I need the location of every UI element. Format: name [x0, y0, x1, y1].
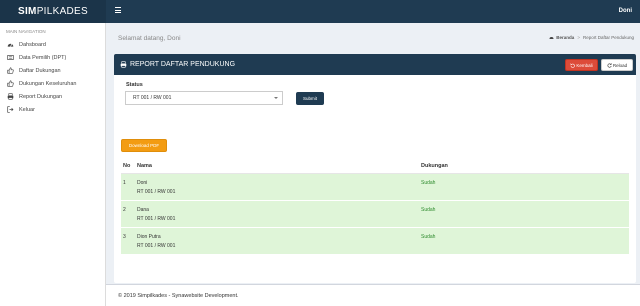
cell-dukungan: Sudah — [421, 200, 629, 228]
dashboard-icon — [7, 43, 14, 47]
nama-text: Doni — [137, 179, 148, 186]
print-icon — [7, 93, 14, 100]
breadcrumb-separator: > — [577, 35, 580, 40]
table-row: 3 Dion Putra RT 001 / RW 001 Sudah — [121, 227, 629, 255]
cell-nama: Dana RT 001 / RW 001 — [137, 200, 421, 228]
sidebar-item-daftar-dukungan[interactable]: Daftar Dukungan — [0, 64, 105, 77]
menu-toggle-icon[interactable] — [115, 7, 121, 13]
status-label: Status — [126, 82, 143, 88]
cell-nama: Doni RT 001 / RW 001 — [137, 173, 421, 201]
sidebar-item-label: Report Dukungan — [19, 93, 63, 100]
sidebar-item-report-dukungan[interactable]: Report Dukungan — [0, 90, 105, 103]
reload-button[interactable]: Reload — [601, 59, 633, 71]
print-icon — [120, 61, 127, 68]
welcome-text: Selamat datang, Doni — [118, 35, 181, 42]
kembali-button[interactable]: Kembali — [565, 59, 598, 71]
nav-header: MAIN NAVIGATION — [6, 29, 46, 34]
rt-text: RT 001 / RW 001 — [137, 242, 176, 249]
user-menu[interactable]: Doni — [619, 0, 632, 23]
cell-dukungan: Sudah — [421, 227, 629, 255]
top-navbar: SIMPILKADES Doni — [0, 0, 640, 23]
footer-text: © 2019 Simpilkades - Synawebsite Develop… — [118, 293, 239, 299]
breadcrumb-home[interactable]: Beranda — [556, 35, 574, 40]
sidebar-item-dashboard[interactable]: Dahsboard — [0, 38, 105, 51]
sidebar-item-label: Dahsboard — [19, 41, 46, 48]
column-header: Nama — [137, 159, 421, 174]
rt-text: RT 001 / RW 001 — [137, 215, 176, 222]
footer: © 2019 Simpilkades - Synawebsite Develop… — [106, 284, 640, 306]
chevron-down-icon — [274, 97, 278, 99]
nama-text: Dana — [137, 206, 149, 213]
table-header-row: No Nama Dukungan — [121, 159, 629, 174]
thumbs-up-icon — [7, 67, 14, 74]
rt-text: RT 001 / RW 001 — [137, 188, 176, 195]
cell-nama: Dion Putra RT 001 / RW 001 — [137, 227, 421, 255]
report-panel: REPORT DAFTAR PENDUKUNG Kembali Reload S… — [114, 54, 636, 283]
sidebar-item-keluar[interactable]: Keluar — [0, 103, 105, 116]
main-content: Selamat datang, Doni Beranda > Report Da… — [106, 23, 640, 306]
status-select[interactable]: RT 001 / RW 001 — [125, 91, 283, 105]
cell-dukungan: Sudah — [421, 173, 629, 201]
sidebar-item-dukungan-keseluruhan[interactable]: Dukungan Keseluruhan — [0, 77, 105, 90]
cell-no: 3 — [121, 227, 137, 255]
nama-text: Dion Putra — [137, 233, 161, 240]
sidebar-item-data-pemilih[interactable]: Data Pemilih (DPT) — [0, 51, 105, 64]
submit-button[interactable]: Submit — [296, 92, 324, 105]
sign-out-icon — [7, 106, 14, 113]
sidebar-item-label: Dukungan Keseluruhan — [19, 80, 77, 87]
app-logo[interactable]: SIMPILKADES — [0, 0, 106, 23]
sidebar-item-label: Data Pemilih (DPT) — [19, 54, 67, 61]
undo-icon — [570, 62, 576, 68]
breadcrumb-current: Report Daftar Pendukung — [582, 35, 634, 40]
table-row: 1 Doni RT 001 / RW 001 Sudah — [121, 173, 629, 201]
dashboard-icon — [549, 37, 554, 39]
pendukung-table: No Nama Dukungan 1 Doni RT 001 / RW 001 S… — [121, 159, 629, 255]
sidebar: MAIN NAVIGATION Dahsboard Data Pemilih (… — [0, 23, 106, 306]
panel-title: REPORT DAFTAR PENDUKUNG — [120, 54, 235, 75]
sidebar-item-label: Daftar Dukungan — [19, 67, 61, 74]
panel-header: REPORT DAFTAR PENDUKUNG Kembali Reload — [114, 54, 636, 75]
table-row: 2 Dana RT 001 / RW 001 Sudah — [121, 200, 629, 228]
cell-no: 1 — [121, 173, 137, 201]
thumbs-up-icon — [7, 80, 14, 87]
column-header: Dukungan — [421, 159, 629, 174]
download-pdf-button[interactable]: Download PDF — [121, 139, 167, 152]
refresh-icon — [607, 62, 612, 68]
file-icon — [7, 55, 14, 60]
breadcrumb: Beranda > Report Daftar Pendukung — [549, 35, 634, 40]
sidebar-item-label: Keluar — [19, 106, 35, 113]
column-header: No — [121, 159, 137, 174]
cell-no: 2 — [121, 200, 137, 228]
